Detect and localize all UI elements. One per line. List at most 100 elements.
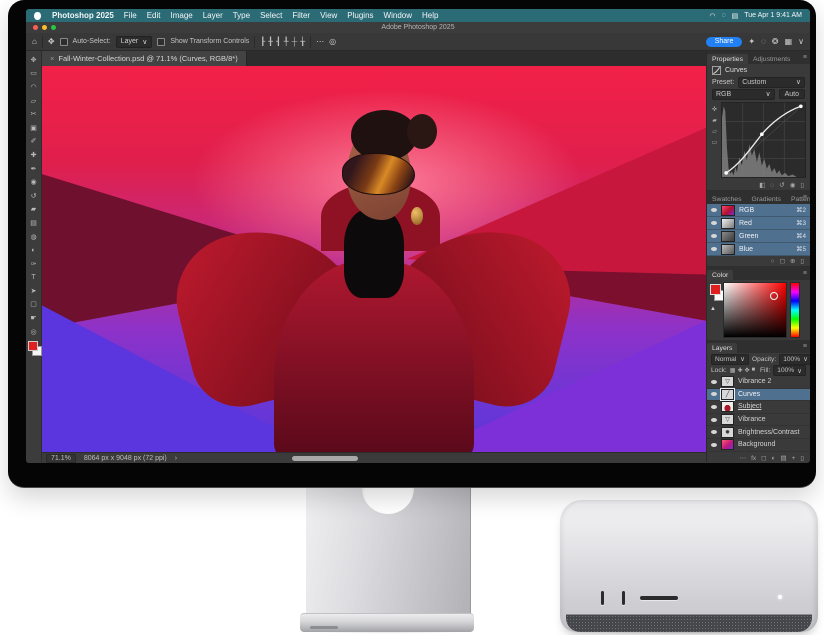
eyedropper-icon-3[interactable]: ▭: [712, 139, 718, 146]
zoom-level-field[interactable]: 71.1%: [46, 454, 76, 463]
menu-item-file[interactable]: File: [119, 11, 142, 20]
new-layer-icon[interactable]: +: [792, 455, 796, 462]
eye-icon[interactable]: [711, 247, 717, 251]
auto-select-checkbox[interactable]: [60, 38, 68, 46]
eye-icon[interactable]: [711, 234, 717, 238]
channel-dropdown[interactable]: RGB ∨: [712, 89, 775, 100]
hue-slider[interactable]: [790, 282, 800, 338]
layer-thumbnail[interactable]: ╱: [721, 389, 734, 400]
menu-item-view[interactable]: View: [315, 11, 342, 20]
control-center-icon[interactable]: ▤: [732, 12, 739, 20]
layer-thumbnail[interactable]: [721, 401, 734, 412]
align-icon-3[interactable]: ╀: [284, 37, 289, 46]
visibility-icon[interactable]: ◌: [770, 182, 774, 189]
search-icon[interactable]: ◌: [761, 37, 766, 46]
effects-icon[interactable]: fx: [751, 455, 756, 462]
type-tool-icon[interactable]: T: [28, 271, 40, 285]
brush-tool-icon[interactable]: ✒: [28, 162, 40, 176]
healing-brush-tool-icon[interactable]: ✚: [28, 148, 40, 162]
align-icon-0[interactable]: ┠: [260, 37, 265, 46]
clone-stamp-tool-icon[interactable]: ◉: [28, 175, 40, 189]
eye-icon[interactable]: [711, 380, 717, 384]
pen-tool-icon[interactable]: ✑: [28, 257, 40, 271]
eye-icon[interactable]: [711, 405, 717, 409]
menu-item-photoshop-2025[interactable]: Photoshop 2025: [47, 11, 119, 20]
canvas[interactable]: [42, 66, 706, 452]
align-icon-1[interactable]: ╂: [268, 37, 273, 46]
menu-item-help[interactable]: Help: [417, 11, 443, 20]
shape-tool-icon[interactable]: ▢: [28, 298, 40, 312]
delete-icon[interactable]: ▯: [800, 181, 804, 189]
panel-menu-icon[interactable]: ≡: [803, 54, 807, 61]
menu-item-window[interactable]: Window: [379, 11, 417, 20]
tab-color[interactable]: Color: [707, 270, 733, 280]
color-picker-ring[interactable]: [770, 292, 778, 300]
layer-thumbnail[interactable]: [721, 439, 734, 450]
menu-item-layer[interactable]: Layer: [198, 11, 228, 20]
tab-adjustments[interactable]: Adjustments: [748, 54, 795, 64]
frame-tool-icon[interactable]: ▣: [28, 121, 40, 135]
channel-row-blue[interactable]: Blue ⌘5: [707, 243, 810, 256]
fill-dropdown[interactable]: 100% ∨: [773, 365, 806, 376]
channel-row-green[interactable]: Green ⌘4: [707, 230, 810, 243]
delete-channel-icon[interactable]: ▯: [800, 257, 804, 265]
save-selection-icon[interactable]: ◻: [780, 257, 785, 265]
curve-graph[interactable]: [721, 102, 806, 178]
panel-menu-icon[interactable]: ≡: [803, 270, 807, 277]
align-icon-2[interactable]: ┨: [276, 37, 281, 46]
layer-row-vibrance[interactable]: ▽ Vibrance: [707, 414, 810, 427]
bell-icon[interactable]: ✦: [748, 37, 755, 46]
eyedropper-icon-0[interactable]: ✜: [712, 106, 717, 113]
menu-item-filter[interactable]: Filter: [287, 11, 315, 20]
history-brush-tool-icon[interactable]: ↺: [28, 189, 40, 203]
adjustment-icon[interactable]: ◐: [772, 455, 776, 462]
tab-swatches[interactable]: Swatches: [707, 194, 746, 204]
eye-icon[interactable]: [711, 443, 717, 447]
blend-mode-dropdown[interactable]: Normal ∨: [711, 354, 749, 365]
preset-dropdown[interactable]: Custom ∨: [738, 77, 805, 88]
hand-tool-icon[interactable]: ☛: [28, 311, 40, 325]
marquee-tool-icon[interactable]: ▭: [28, 67, 40, 81]
document-tab[interactable]: × Fall-Winter-Collection.psd @ 71.1% (Cu…: [42, 51, 247, 66]
apple-menu-icon[interactable]: [34, 12, 41, 20]
move-tool-icon[interactable]: ✥: [48, 37, 55, 46]
eye-icon[interactable]: [711, 430, 717, 434]
panel-menu-icon[interactable]: ≡: [803, 194, 807, 201]
eyedropper-tool-icon[interactable]: ✐: [28, 135, 40, 149]
crop-tool-icon[interactable]: ✂: [28, 107, 40, 121]
align-icon-4[interactable]: ┼: [292, 37, 298, 46]
layer-row-curves[interactable]: ╱ Curves: [707, 389, 810, 402]
layer-row-background[interactable]: Background: [707, 439, 810, 452]
lock-icon-2[interactable]: ✥: [744, 367, 749, 374]
lock-icon-0[interactable]: ▦: [730, 367, 736, 374]
auto-button[interactable]: Auto: [779, 89, 805, 99]
eye-icon[interactable]: [711, 221, 717, 225]
share-button[interactable]: Share: [706, 37, 743, 47]
layer-row-brightness-contrast[interactable]: ✹ Brightness/Contrast: [707, 426, 810, 439]
object-selection-tool-icon[interactable]: ▱: [28, 94, 40, 108]
tool-options-icon[interactable]: ◎: [329, 37, 336, 46]
zoom-tool-icon[interactable]: ◎: [28, 325, 40, 339]
path-selection-tool-icon[interactable]: ➤: [28, 284, 40, 298]
layer-row-subject[interactable]: Subject: [707, 401, 810, 414]
lock-icon-3[interactable]: ■: [752, 367, 756, 374]
more-icon[interactable]: ⋯: [740, 454, 747, 462]
wifi-icon[interactable]: ◠: [709, 12, 715, 20]
menu-item-type[interactable]: Type: [228, 11, 255, 20]
aperture-icon[interactable]: ❂: [772, 37, 779, 46]
menu-item-image[interactable]: Image: [165, 11, 197, 20]
menu-item-plugins[interactable]: Plugins: [342, 11, 378, 20]
eyedropper-icon-1[interactable]: ▰: [712, 117, 717, 124]
eye-icon[interactable]: [711, 392, 717, 396]
tab-layers[interactable]: Layers: [707, 343, 737, 353]
reset-icon[interactable]: ↺: [779, 181, 784, 189]
lasso-tool-icon[interactable]: ◠: [28, 80, 40, 94]
more-options-icon[interactable]: ⋯: [316, 37, 324, 46]
layer-thumbnail[interactable]: ▽: [721, 414, 734, 425]
channel-row-red[interactable]: Red ⌘3: [707, 217, 810, 230]
eyedropper-icon-2[interactable]: ▱: [712, 128, 717, 135]
menu-item-select[interactable]: Select: [255, 11, 287, 20]
blur-tool-icon[interactable]: ◍: [28, 230, 40, 244]
delete-layer-icon[interactable]: ▯: [800, 454, 804, 462]
load-selection-icon[interactable]: ○: [771, 258, 775, 265]
